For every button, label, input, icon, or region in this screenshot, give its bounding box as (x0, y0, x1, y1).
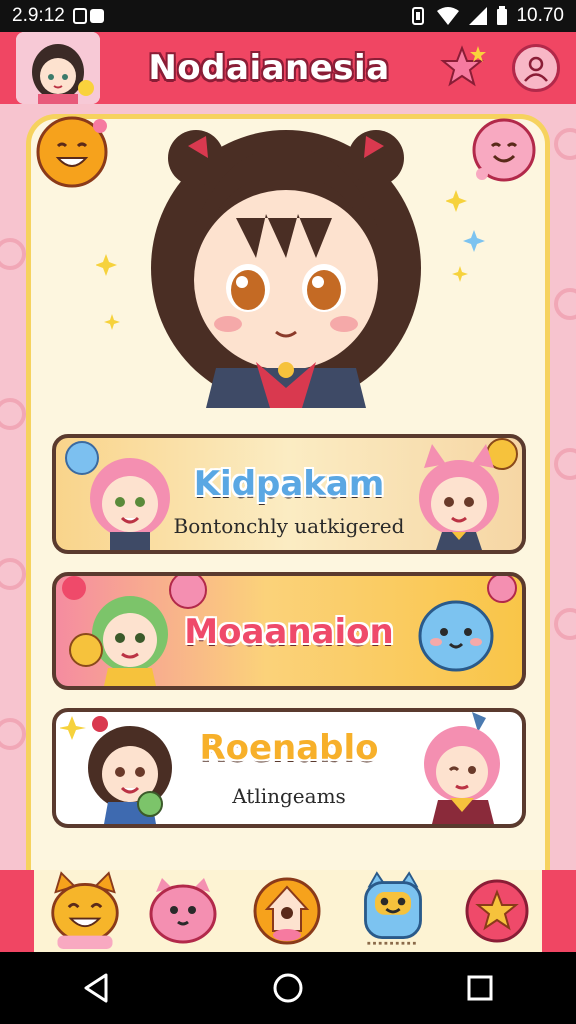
cat-emoji-icon[interactable] (48, 871, 122, 949)
hero-character (136, 118, 436, 408)
menu-card-kidpakam[interactable]: Kidpakam Bontonchly uatkigered (52, 434, 526, 554)
battery-icon (496, 6, 508, 26)
profile-icon[interactable] (512, 44, 560, 92)
cat-girl-icon (419, 438, 518, 550)
star-icon[interactable] (438, 42, 490, 94)
menu-card-roenablo[interactable]: Roenablo Atlingeams (52, 708, 526, 828)
app-bar: Nodaianesia (0, 32, 576, 104)
sparkle-icon (96, 254, 120, 330)
orange-emoji-icon (34, 112, 114, 197)
battery-level: 10.70 (516, 5, 564, 26)
clock: 2.9:12 (12, 5, 65, 26)
sparkle-icon (446, 190, 485, 282)
pink-blob-icon[interactable] (146, 874, 220, 948)
recents-icon[interactable] (450, 958, 510, 1018)
star-badge-icon[interactable] (460, 874, 534, 948)
avatar[interactable] (16, 32, 100, 104)
back-icon[interactable] (66, 958, 126, 1018)
notification-icon (72, 7, 107, 25)
menu-card-moaanaion[interactable]: Moaanaion (52, 572, 526, 690)
wifi-icon (436, 6, 460, 26)
home-icon[interactable] (250, 874, 324, 948)
vibrate-icon (408, 6, 428, 26)
page-title: Nodaianesia (148, 48, 390, 88)
signal-icon (468, 6, 488, 26)
pink-emoji-icon (464, 112, 544, 197)
bottom-nav (0, 870, 576, 952)
blue-creature-icon (418, 576, 517, 672)
blue-creature-icon[interactable] (356, 871, 430, 948)
swirl-pattern-right (554, 128, 576, 640)
home-circle-icon[interactable] (258, 958, 318, 1018)
system-nav (0, 952, 576, 1024)
status-bar: 2.9:12 10.70 (0, 0, 576, 32)
pink-hair-boy-icon (424, 712, 500, 824)
main-area: Kidpakam Bontonchly uatkigered Moaanaion (0, 104, 576, 874)
